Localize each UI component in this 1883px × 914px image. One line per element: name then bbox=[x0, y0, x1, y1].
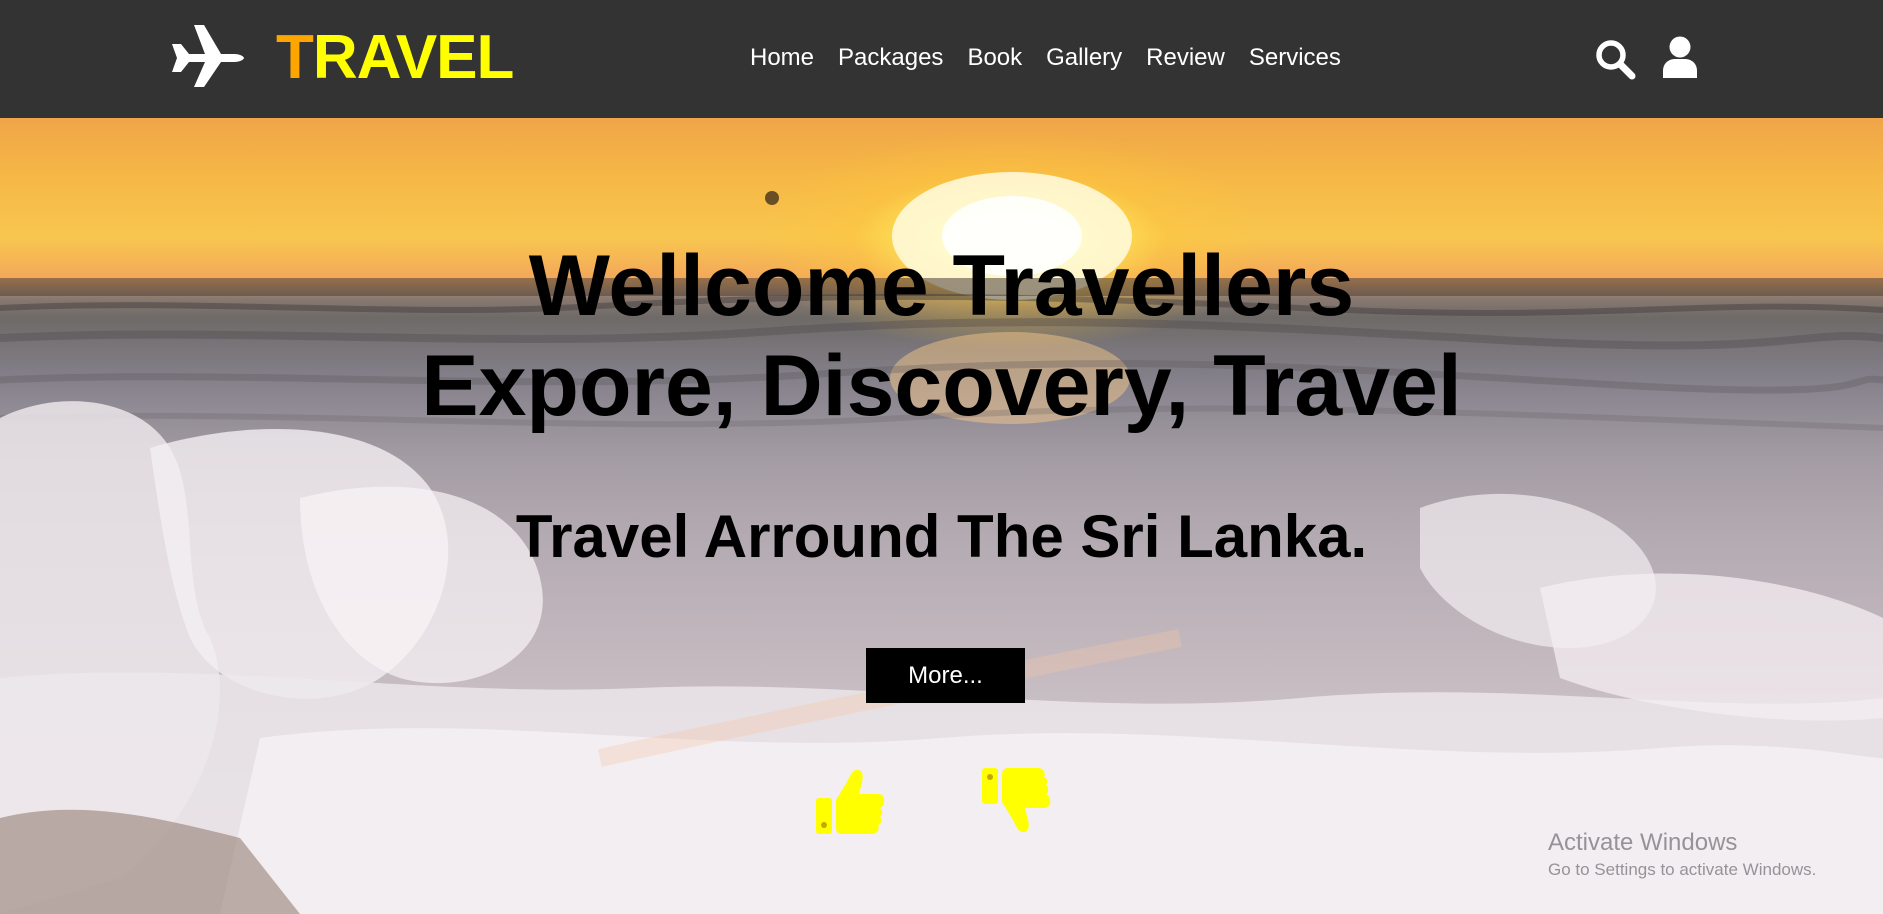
thumb-up-icon[interactable] bbox=[814, 768, 886, 836]
page: TRAVEL Home Packages Book Gallery Review… bbox=[0, 0, 1883, 914]
hero-section: Wellcome Travellers Expore, Discovery, T… bbox=[0, 118, 1883, 914]
site-logo[interactable]: TRAVEL bbox=[276, 22, 515, 94]
nav-gallery[interactable]: Gallery bbox=[1046, 40, 1122, 76]
nav-book[interactable]: Book bbox=[967, 40, 1022, 76]
hero-heading: Wellcome Travellers Expore, Discovery, T… bbox=[0, 236, 1883, 436]
thumb-down-icon[interactable] bbox=[980, 766, 1052, 834]
watermark-subtitle: Go to Settings to activate Windows. bbox=[1548, 860, 1817, 879]
activate-windows-watermark: Activate Windows Go to Settings to activ… bbox=[1548, 828, 1816, 882]
search-icon[interactable] bbox=[1594, 38, 1636, 80]
watermark-title: Activate Windows bbox=[1548, 829, 1738, 856]
nav-packages[interactable]: Packages bbox=[838, 40, 943, 76]
more-button[interactable]: More... bbox=[866, 648, 1025, 703]
site-header: TRAVEL Home Packages Book Gallery Review… bbox=[0, 0, 1883, 118]
plane-icon bbox=[172, 25, 244, 87]
logo-first-letter: T bbox=[276, 23, 314, 92]
nav-review[interactable]: Review bbox=[1146, 40, 1225, 76]
nav-home[interactable]: Home bbox=[750, 40, 814, 76]
hero-subheading: Travel Arround The Sri Lanka. bbox=[515, 503, 1368, 570]
main-nav: Home Packages Book Gallery Review Servic… bbox=[750, 40, 1341, 76]
logo-text: RAVEL bbox=[312, 23, 515, 92]
hero-heading-line2: Expore, Discovery, Travel bbox=[421, 338, 1462, 434]
user-icon[interactable] bbox=[1661, 36, 1699, 78]
nav-services[interactable]: Services bbox=[1249, 40, 1341, 76]
hero-heading-line1: Wellcome Travellers bbox=[528, 238, 1355, 334]
